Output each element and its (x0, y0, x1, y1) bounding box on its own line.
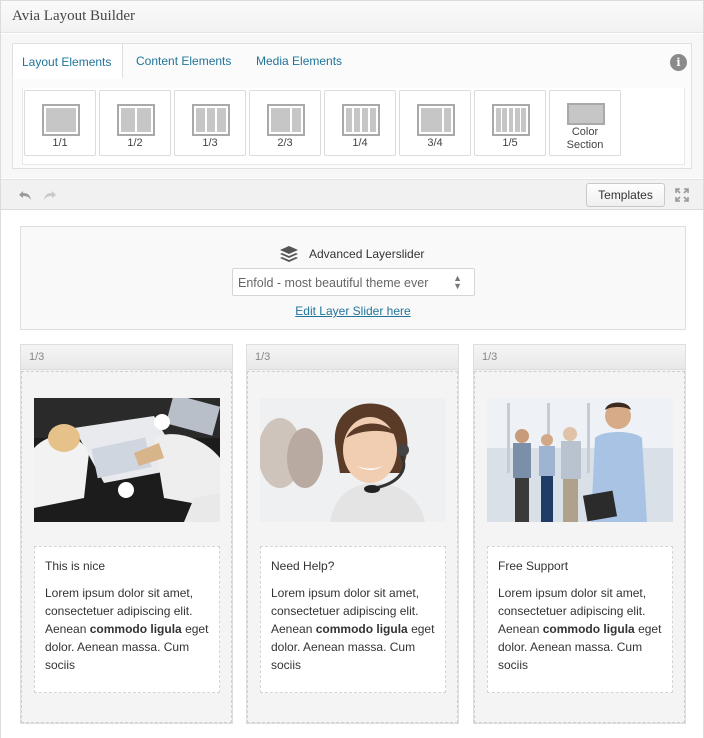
column-3-4-icon (417, 104, 455, 136)
select-arrows-icon: ▲ ▼ (453, 273, 462, 291)
text-block-body: Lorem ipsum dolor sit amet, consectetuer… (498, 584, 668, 674)
fullscreen-icon[interactable] (675, 188, 689, 202)
layerslider-element[interactable]: Advanced Layerslider Enfold - most beaut… (20, 226, 686, 330)
text-block-body: Lorem ipsum dolor sit amet, consectetuer… (271, 584, 441, 674)
tile-label: 2/3 (277, 137, 293, 149)
body-bold-text: commodo ligula (315, 622, 408, 636)
column-one-third[interactable]: 1/3 (246, 344, 459, 724)
tile-1-4[interactable]: 1/4 (324, 90, 396, 156)
undo-icon[interactable] (18, 187, 34, 203)
layerslider-select[interactable]: Enfold - most beautiful theme ever ▲ ▼ (232, 268, 475, 296)
templates-button[interactable]: Templates (586, 183, 665, 207)
text-block-title: Free Support (498, 559, 569, 573)
edit-layerslider-link[interactable]: Edit Layer Slider here (21, 304, 685, 318)
tile-label-line2: Section (566, 139, 604, 151)
text-block-body: Lorem ipsum dolor sit amet, consectetuer… (45, 584, 215, 674)
column-size-label: 1/3 (255, 351, 271, 363)
column-body: Free Support Lorem ipsum dolor sit amet,… (474, 371, 685, 723)
element-tabs: Layout Elements Content Elements Media E… (12, 43, 692, 169)
column-size-label: 1/3 (482, 351, 498, 363)
column-one-third[interactable]: 1/3 (473, 344, 686, 724)
column-body: This is nice Lorem ipsum dolor sit amet,… (21, 371, 232, 723)
layerslider-selected-value: Enfold - most beautiful theme ever (238, 276, 429, 290)
tile-2-3[interactable]: 2/3 (249, 90, 321, 156)
tile-label: 1/1 (52, 137, 68, 149)
text-block[interactable]: This is nice Lorem ipsum dolor sit amet,… (34, 546, 220, 693)
info-icon[interactable]: i (670, 54, 687, 71)
tile-3-4[interactable]: 3/4 (399, 90, 471, 156)
builder-canvas: Advanced Layerslider Enfold - most beaut… (1, 211, 703, 738)
tile-label: 1/2 (127, 137, 143, 149)
column-size-label: 1/3 (29, 351, 45, 363)
layout-builder-panel: Avia Layout Builder Layout Elements Cont… (0, 0, 704, 738)
body-bold-text: commodo ligula (89, 622, 182, 636)
column-1-1-icon (42, 104, 80, 136)
title-bar: Avia Layout Builder (1, 1, 703, 33)
column-1-4-icon (342, 104, 380, 136)
tile-label: 1/5 (502, 137, 518, 149)
tile-1-1[interactable]: 1/1 (24, 90, 96, 156)
tile-1-2[interactable]: 1/2 (99, 90, 171, 156)
tab-media-elements[interactable]: Media Elements (256, 43, 342, 79)
column-header[interactable]: 1/3 (21, 345, 232, 370)
business-meeting-photo[interactable] (34, 398, 220, 522)
redo-icon[interactable] (41, 187, 57, 203)
tile-1-5[interactable]: 1/5 (474, 90, 546, 156)
column-1-5-icon (492, 104, 530, 136)
text-block[interactable]: Free Support Lorem ipsum dolor sit amet,… (487, 546, 673, 693)
headset-support-photo[interactable] (260, 398, 446, 522)
text-block-title: This is nice (45, 559, 106, 573)
column-header[interactable]: 1/3 (474, 345, 685, 370)
layers-icon (279, 245, 299, 263)
layout-tiles: 1/1 1/2 1/3 2/3 1/4 3/4 1/5 Color Sectio… (22, 88, 685, 165)
tile-label-line1: Color (571, 126, 599, 138)
tile-label: 1/3 (202, 137, 218, 149)
text-block-title: Need Help? (271, 559, 335, 573)
elements-area: Layout Elements Content Elements Media E… (1, 34, 703, 178)
column-1-3-icon (192, 104, 230, 136)
column-body: Need Help? Lorem ipsum dolor sit amet, c… (247, 371, 458, 723)
color-section-icon (567, 103, 605, 125)
tile-color-section[interactable]: Color Section (549, 90, 621, 156)
body-bold-text: commodo ligula (542, 622, 635, 636)
tile-label: 1/4 (352, 137, 368, 149)
office-team-photo[interactable] (487, 398, 673, 522)
text-block[interactable]: Need Help? Lorem ipsum dolor sit amet, c… (260, 546, 446, 693)
layerslider-title: Advanced Layerslider (309, 247, 425, 261)
tile-1-3[interactable]: 1/3 (174, 90, 246, 156)
tab-content-elements[interactable]: Content Elements (136, 43, 231, 79)
column-header[interactable]: 1/3 (247, 345, 458, 370)
builder-title: Avia Layout Builder (12, 8, 136, 24)
builder-toolbar: Templates (1, 179, 703, 210)
tile-label: Color Section (550, 126, 620, 152)
tile-label: 3/4 (427, 137, 443, 149)
tab-layout-elements[interactable]: Layout Elements (12, 43, 123, 79)
column-2-3-icon (267, 104, 305, 136)
column-1-2-icon (117, 104, 155, 136)
column-one-third[interactable]: 1/3 (20, 344, 233, 724)
